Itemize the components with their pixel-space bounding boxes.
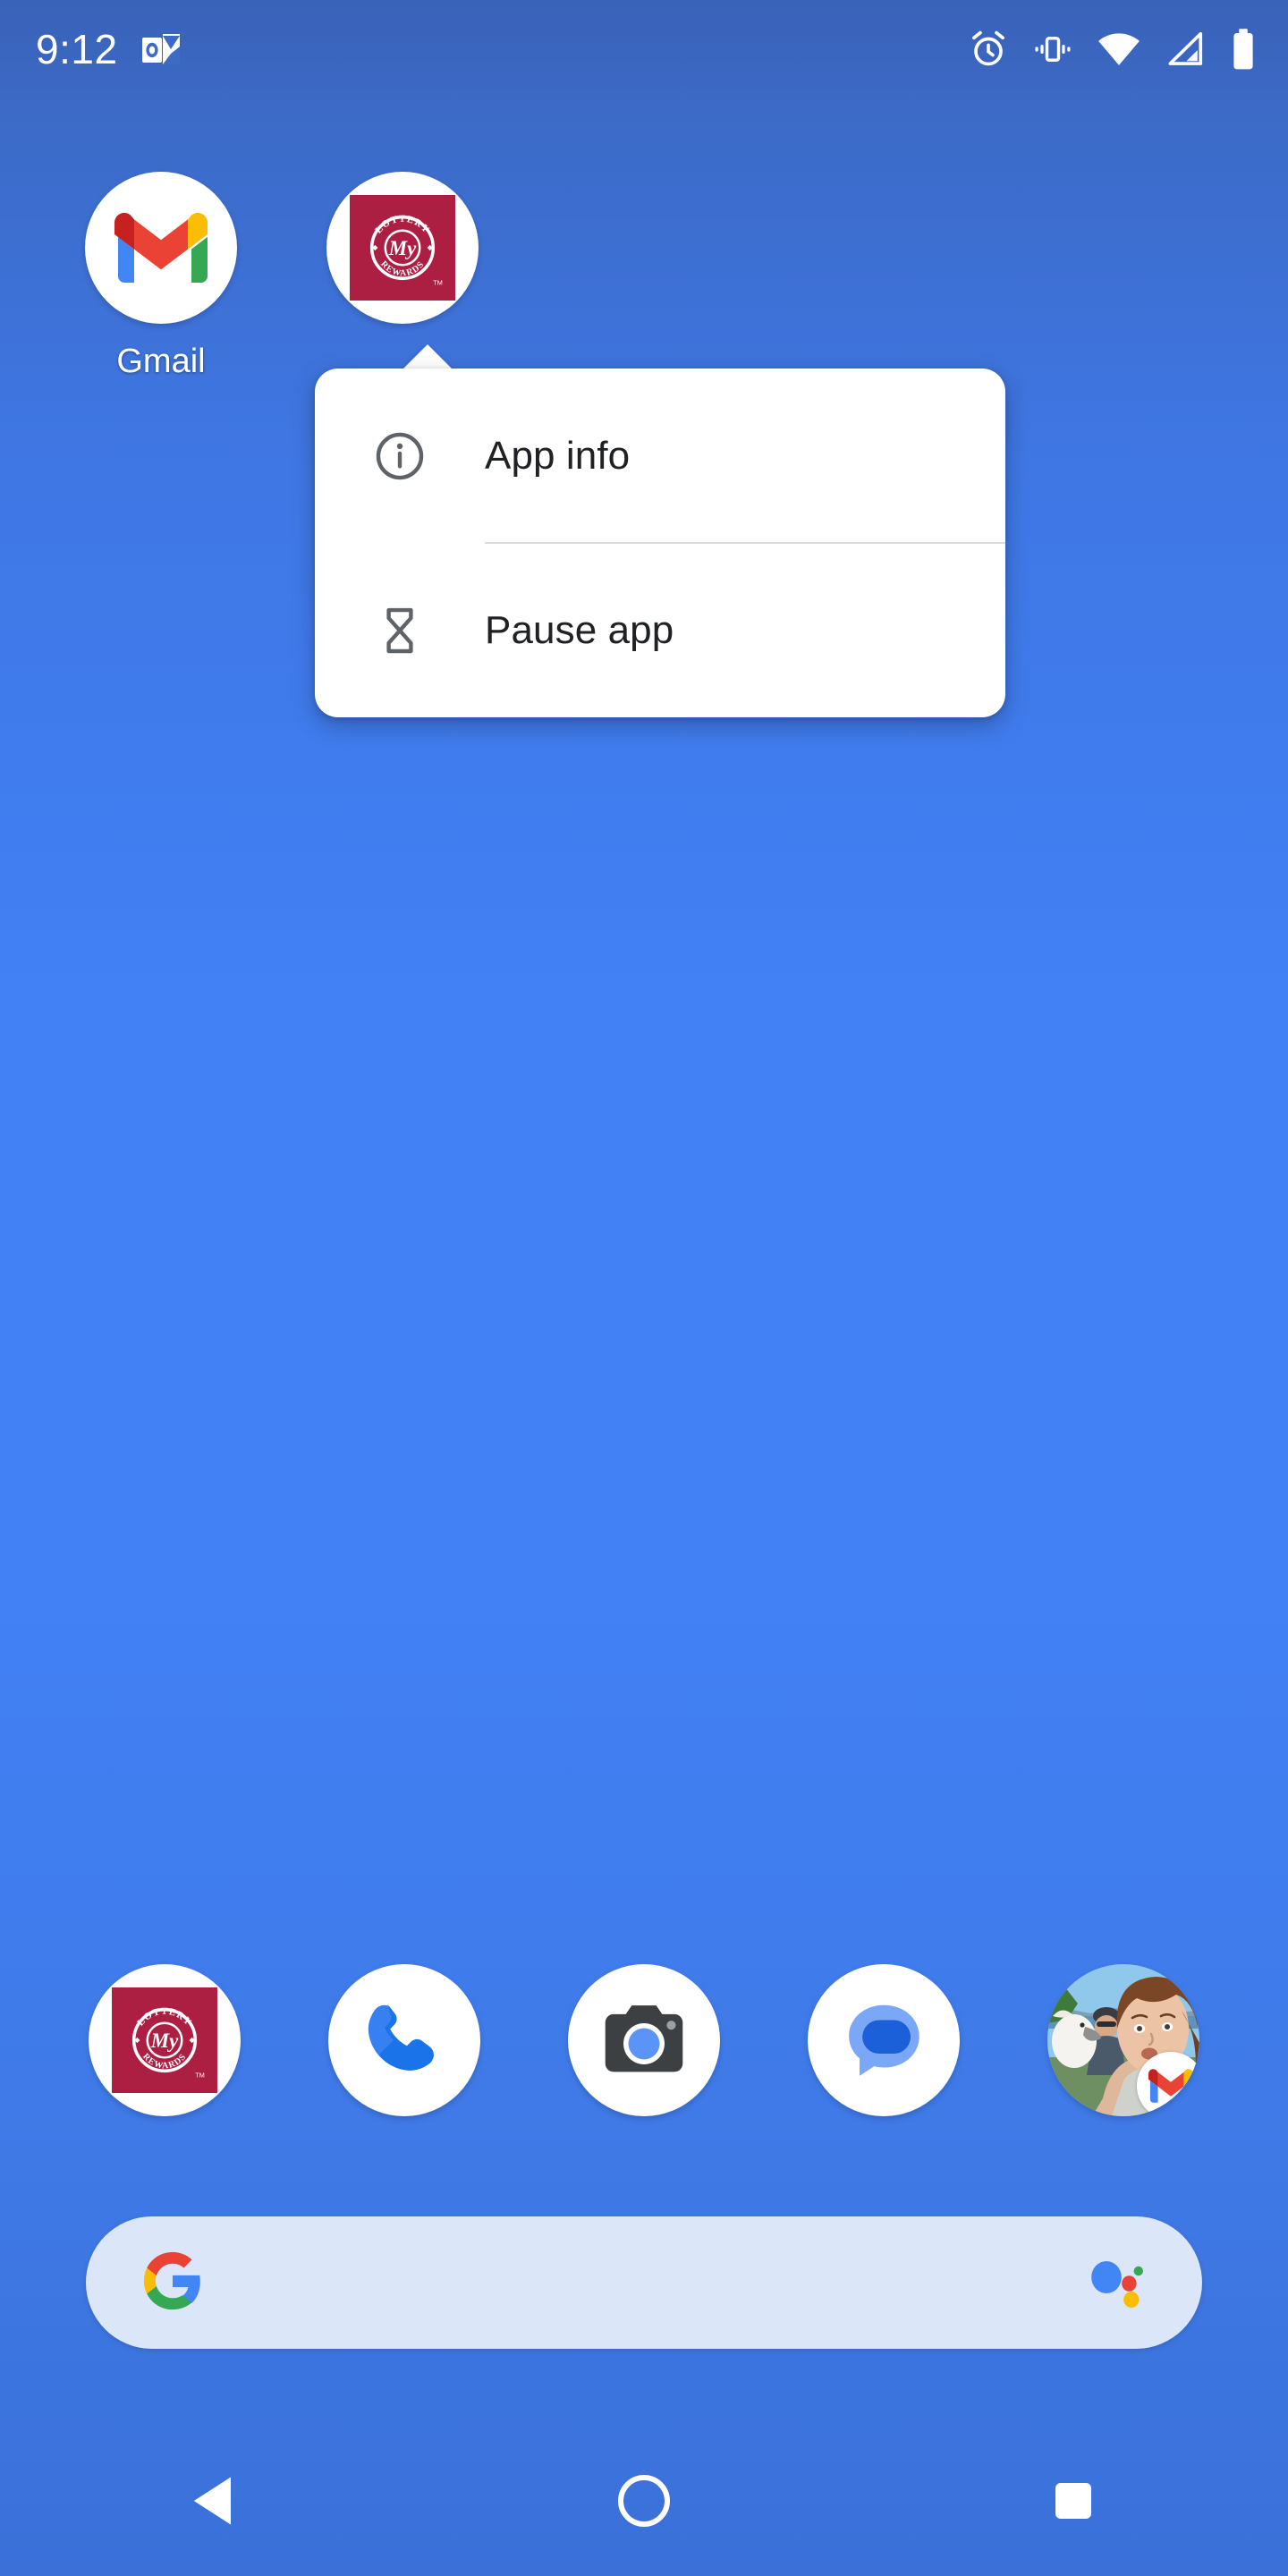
google-g-icon <box>141 2250 204 2317</box>
info-icon <box>315 428 485 484</box>
popup-menu-item-pause-app[interactable]: Pause app <box>315 543 1005 717</box>
my-lottery-rewards-icon: LOTTERY REWARDS My TM <box>112 1987 217 2093</box>
home-app-gmail[interactable]: Gmail <box>54 172 268 381</box>
avatar-photo[interactable] <box>1047 1964 1199 2116</box>
svg-text:TM: TM <box>195 2072 205 2080</box>
recents-button[interactable] <box>859 2429 1288 2576</box>
status-bar-right <box>968 28 1258 71</box>
navigation-bar <box>0 2429 1288 2576</box>
google-search-bar[interactable] <box>86 2216 1202 2349</box>
android-home-screen: 9:12 Gmail LOTTERY REWARDS My TM App inf… <box>0 0 1288 2576</box>
battery-icon <box>1229 28 1258 71</box>
dock: LOTTERY REWARDS My TM <box>0 1957 1288 2123</box>
home-app-label-gmail: Gmail <box>116 343 206 380</box>
popup-menu-caret <box>401 344 454 371</box>
status-bar-clock: 9:12 <box>36 26 118 72</box>
messages-icon <box>849 2004 919 2076</box>
home-button[interactable] <box>429 2429 859 2576</box>
svg-text:My: My <box>388 237 417 259</box>
vibrate-icon <box>1032 29 1073 70</box>
dock-item-my-lottery-rewards[interactable]: LOTTERY REWARDS My TM <box>89 1964 241 2116</box>
status-bar: 9:12 <box>0 0 1288 98</box>
home-app-my-lottery-rewards[interactable]: LOTTERY REWARDS My TM <box>295 172 510 324</box>
my-lottery-rewards-icon: LOTTERY REWARDS My TM <box>350 195 455 301</box>
wifi-icon <box>1097 29 1141 70</box>
dock-item-gmail-profile-shortcut[interactable] <box>1047 1964 1199 2116</box>
my-lottery-rewards-app-icon[interactable]: LOTTERY REWARDS My TM <box>326 172 479 324</box>
cellular-signal-icon <box>1165 29 1206 70</box>
popup-menu-divider <box>485 542 1005 544</box>
camera-icon <box>605 2005 683 2072</box>
svg-text:REWARDS: REWARDS <box>140 2052 189 2072</box>
svg-text:REWARDS: REWARDS <box>378 259 427 279</box>
google-assistant-icon[interactable] <box>1088 2253 1147 2313</box>
dock-item-camera[interactable] <box>568 1964 720 2116</box>
dock-item-messages[interactable] <box>808 1964 960 2116</box>
gmail-badge <box>1137 2052 1199 2116</box>
back-button[interactable] <box>0 2429 429 2576</box>
phone-icon <box>368 2004 434 2071</box>
alarm-icon <box>968 29 1009 70</box>
svg-text:TM: TM <box>433 279 443 287</box>
dock-item-phone[interactable] <box>328 1964 480 2116</box>
gmail-icon <box>114 213 208 283</box>
gmail-app-icon[interactable] <box>85 172 237 324</box>
popup-menu-label-app-info: App info <box>485 433 631 478</box>
hourglass-icon <box>315 603 485 658</box>
outlook-notification-icon <box>141 30 181 68</box>
home-circle-icon <box>615 2472 673 2534</box>
app-long-press-popup-menu: App info Pause app <box>315 369 1005 717</box>
recents-square-icon <box>1051 2479 1096 2528</box>
popup-menu-label-pause-app: Pause app <box>485 607 674 652</box>
svg-text:My: My <box>150 2029 179 2052</box>
popup-menu-item-app-info[interactable]: App info <box>315 369 1005 543</box>
gmail-icon <box>1148 2069 1193 2103</box>
back-triangle-icon <box>190 2473 240 2533</box>
status-bar-left: 9:12 <box>36 29 181 70</box>
